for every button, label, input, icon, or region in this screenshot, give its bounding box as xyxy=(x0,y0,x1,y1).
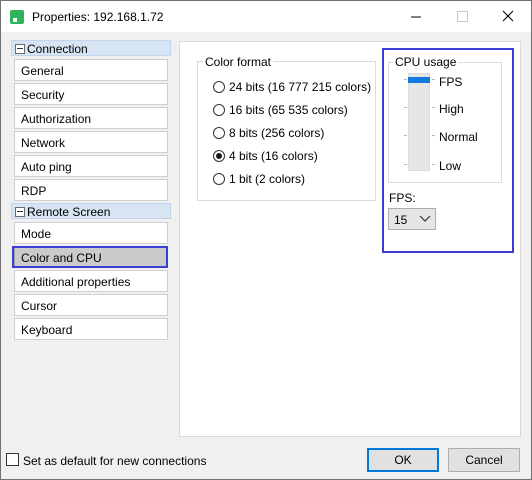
minimize-icon[interactable] xyxy=(393,1,439,32)
radio-button[interactable] xyxy=(213,81,225,93)
sidebar-item-network[interactable]: Network xyxy=(14,131,168,153)
sidebar-item-rdp[interactable]: RDP xyxy=(14,179,168,201)
radio-button[interactable] xyxy=(213,104,225,116)
sidebar-item-additional-properties[interactable]: Additional properties xyxy=(14,270,168,292)
maximize-icon[interactable] xyxy=(439,1,485,32)
sidebar-item-auto-ping[interactable]: Auto ping xyxy=(14,155,168,177)
sidebar-item-keyboard[interactable]: Keyboard xyxy=(14,318,168,340)
sidebar-item-mode[interactable]: Mode xyxy=(14,222,168,244)
radio-button-selected[interactable] xyxy=(213,150,225,162)
sidebar-item-authorization[interactable]: Authorization xyxy=(14,107,168,129)
title-bar[interactable]: Properties: 192.168.1.72 xyxy=(1,1,531,32)
window-title: Properties: 192.168.1.72 xyxy=(32,10,164,24)
app-icon xyxy=(10,10,24,24)
cancel-button[interactable]: Cancel xyxy=(448,448,520,472)
set-default-label[interactable]: Set as default for new connections xyxy=(23,454,206,468)
set-default-checkbox[interactable] xyxy=(6,453,19,466)
sidebar-item-general[interactable]: General xyxy=(14,59,168,81)
group-header-connection[interactable]: Connection xyxy=(11,40,171,56)
group-header-remote-screen[interactable]: Remote Screen xyxy=(11,203,171,219)
sidebar-item-cursor[interactable]: Cursor xyxy=(14,294,168,316)
radio-button[interactable] xyxy=(213,127,225,139)
collapse-icon[interactable] xyxy=(15,207,25,217)
cpu-usage-highlight xyxy=(382,48,514,253)
selection-highlight xyxy=(12,246,168,268)
ok-button[interactable]: OK xyxy=(367,448,439,472)
collapse-icon[interactable] xyxy=(15,44,25,54)
color-format-title: Color format xyxy=(203,55,274,69)
close-icon[interactable] xyxy=(485,1,531,32)
sidebar-item-security[interactable]: Security xyxy=(14,83,168,105)
radio-button[interactable] xyxy=(213,173,225,185)
